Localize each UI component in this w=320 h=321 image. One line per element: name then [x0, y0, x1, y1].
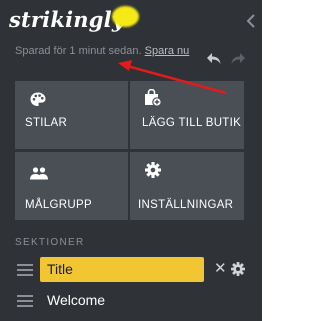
save-status-text: Sparad för 1 minut sedan.	[15, 45, 142, 57]
sections-heading: SEKTIONER	[15, 237, 85, 248]
gear-icon[interactable]	[231, 262, 245, 276]
styles-tile[interactable]: STILAR	[15, 81, 128, 149]
undo-icon[interactable]	[206, 52, 222, 66]
app-logo: strikingly	[9, 7, 125, 32]
audience-tile[interactable]: MÅLGRUPP	[15, 152, 128, 220]
chevron-left-icon[interactable]	[244, 12, 258, 30]
add-store-label: LÄGG TILL BUTIK	[142, 117, 242, 129]
yellow-highlight-mark	[112, 6, 139, 27]
section-name-input[interactable]: Title	[40, 257, 204, 282]
add-store-tile[interactable]: LÄGG TILL BUTIK	[130, 81, 244, 149]
save-now-link[interactable]: Spara nu	[145, 45, 190, 57]
settings-tile[interactable]: INSTÄLLNINGAR	[130, 152, 244, 220]
redo-icon[interactable]	[230, 52, 246, 66]
audience-label: MÅLGRUPP	[25, 199, 92, 211]
settings-icon	[145, 162, 161, 178]
close-icon[interactable]: ✕	[214, 258, 227, 280]
editor-sidebar: strikingly Sparad för 1 minut sedan. Spa…	[0, 0, 262, 321]
section-item-welcome[interactable]: Welcome	[47, 292, 105, 308]
people-icon	[30, 167, 48, 180]
shopping-bag-icon	[145, 89, 162, 107]
drag-handle-icon[interactable]	[17, 295, 33, 307]
settings-label: INSTÄLLNINGAR	[138, 199, 234, 211]
quick-actions-grid: STILAR LÄGG TILL BUTIK MÅLGRUPP INSTÄLLN…	[15, 81, 244, 220]
palette-icon	[30, 92, 46, 106]
styles-label: STILAR	[25, 117, 68, 129]
drag-handle-icon[interactable]	[17, 264, 33, 276]
save-status: Sparad för 1 minut sedan. Spara nu	[15, 45, 190, 57]
